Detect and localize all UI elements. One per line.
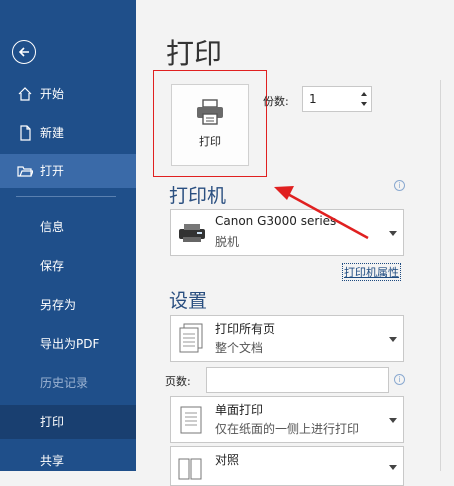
back-arrow-icon[interactable] (12, 40, 36, 64)
duplex-line1: 单面打印 (215, 403, 264, 417)
printer-icon (197, 99, 223, 125)
sidebar-item-label: 导出为PDF (40, 337, 100, 351)
sidebar-item-label: 共享 (40, 454, 65, 468)
sidebar-item-label: 打开 (40, 164, 65, 178)
info-icon[interactable]: i (394, 180, 405, 191)
page-title: 打印 (166, 37, 223, 70)
info-icon[interactable]: i (394, 374, 405, 385)
spin-up-icon[interactable] (359, 89, 369, 99)
sidebar-item-export-pdf[interactable]: 导出为PDF (0, 327, 136, 361)
sidebar-item-home[interactable]: 开始 (0, 77, 136, 111)
print-button[interactable]: 打印 (171, 84, 249, 166)
print-pane: 打印 打印 份数: 1 打印机 i Canon G3000 series 脱机 … (136, 0, 454, 486)
copies-value: 1 (309, 92, 317, 106)
sidebar-item-info[interactable]: 信息 (0, 210, 136, 244)
sidebar-item-label: 保存 (40, 259, 65, 273)
copies-stepper[interactable]: 1 (302, 86, 372, 112)
print-range-line2: 整个文档 (215, 341, 264, 355)
sidebar-divider (16, 196, 116, 197)
sidebar-item-label: 信息 (40, 220, 65, 234)
chevron-down-icon (389, 337, 397, 342)
printer-status: 脱机 (215, 235, 240, 249)
chevron-down-icon (389, 418, 397, 423)
sidebar-item-share[interactable]: 共享 (0, 444, 136, 478)
printer-name: Canon G3000 series (215, 214, 337, 228)
pages-label: 页数: (165, 375, 191, 388)
pages-input[interactable] (206, 367, 389, 393)
sidebar-item-open[interactable]: 打开 (0, 154, 136, 188)
settings-section-title: 设置 (169, 290, 208, 312)
chevron-down-icon (389, 465, 397, 470)
print-range-line1: 打印所有页 (215, 322, 276, 336)
sidebar-item-new[interactable]: 新建 (0, 116, 136, 150)
sidebar-item-history[interactable]: 历史记录 (0, 366, 136, 400)
printer-section-title: 打印机 (169, 185, 227, 207)
sidebar-item-save-as[interactable]: 另存为 (0, 288, 136, 322)
collate-select[interactable]: 对照 (170, 446, 404, 486)
print-range-select[interactable]: 打印所有页 整个文档 (170, 315, 404, 362)
sidebar-item-label: 历史记录 (40, 376, 89, 390)
backstage-sidebar: 开始 新建 打开 信息 保存 另存为 导出为PDF 历史记录 打印 共享 (0, 0, 136, 471)
preview-divider (440, 80, 441, 471)
folder-open-icon (17, 166, 33, 177)
duplex-line2: 仅在纸面的一侧上进行打印 (215, 422, 360, 436)
single-side-icon (180, 406, 202, 434)
chevron-down-icon (389, 231, 397, 236)
spin-down-icon[interactable] (359, 99, 369, 109)
sidebar-item-label: 开始 (40, 87, 65, 101)
sidebar-item-print[interactable]: 打印 (0, 405, 136, 439)
sidebar-item-save[interactable]: 保存 (0, 249, 136, 283)
collate-icon (178, 458, 202, 480)
copies-label: 份数: (263, 95, 289, 108)
printer-device-icon (179, 224, 205, 242)
pages-icon (179, 323, 203, 353)
sidebar-item-label: 新建 (40, 126, 65, 140)
sidebar-item-label: 另存为 (40, 298, 77, 312)
sidebar-item-label: 打印 (40, 415, 65, 429)
collate-line1: 对照 (215, 453, 240, 467)
new-document-icon (20, 125, 31, 141)
home-icon (18, 87, 32, 101)
print-button-label: 打印 (199, 135, 221, 148)
printer-properties-link[interactable]: 打印机属性 (342, 263, 401, 281)
duplex-select[interactable]: 单面打印 仅在纸面的一侧上进行打印 (170, 396, 404, 443)
printer-select[interactable]: Canon G3000 series 脱机 (170, 209, 404, 256)
